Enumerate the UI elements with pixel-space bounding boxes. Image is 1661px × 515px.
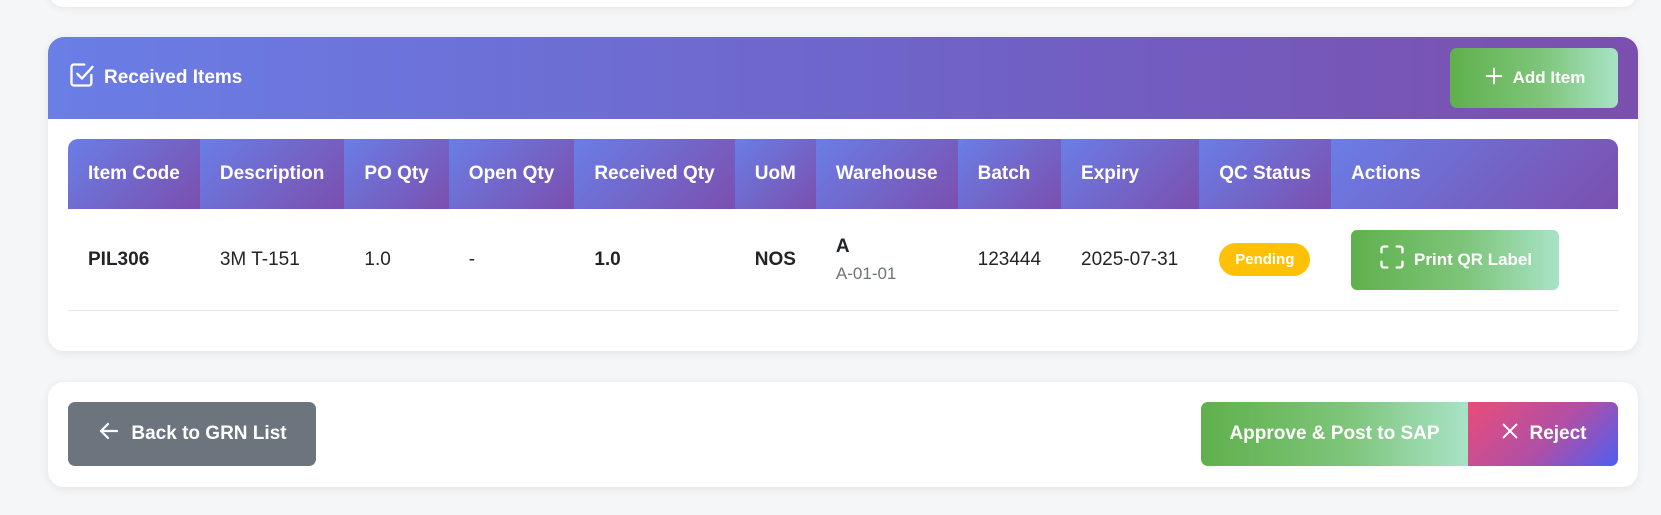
column-header: Expiry [1061,139,1200,209]
back-to-grn-list-button[interactable]: Back to GRN List [68,402,316,466]
approve-post-sap-button[interactable]: Approve & Post to SAP [1201,402,1468,466]
items-table-wrapper: Item Code Description PO Qty Open Qty Re… [48,119,1638,311]
reject-button-label: Reject [1529,423,1587,444]
print-qr-label-text: Print QR Label [1414,249,1533,269]
scan-icon [1378,243,1406,276]
print-qr-label-button[interactable]: Print QR Label [1351,229,1560,290]
warehouse-cell: A A-01-01 [815,209,958,311]
received-items-card: Received Items Add Item Item Code Descri… [48,37,1638,351]
items-table: Item Code Description PO Qty Open Qty Re… [68,139,1618,311]
previous-card [48,0,1638,7]
column-header: Actions [1331,139,1618,209]
column-header: QC Status [1199,139,1332,209]
column-header: Received Qty [574,139,735,209]
table-row: PIL306 3M T-151 1.0 - 1.0 NOS A A-01-01 … [68,209,1618,311]
section-title-text: Received Items [104,67,243,88]
form-actions-card: Back to GRN List Approve & Post to SAP R… [48,382,1638,487]
received-items-header: Received Items Add Item [48,37,1638,119]
warehouse-code: A [835,235,850,257]
reject-button[interactable]: Reject [1468,402,1618,466]
add-item-label: Add Item [1512,68,1586,87]
add-item-button[interactable]: Add Item [1450,48,1618,108]
qc-status-cell: Pending [1199,209,1332,311]
actions-cell: Print QR Label [1331,209,1618,311]
column-header: PO Qty [344,139,449,209]
table-header-row: Item Code Description PO Qty Open Qty Re… [68,139,1618,209]
x-icon [1499,420,1521,448]
check-square-icon [68,61,96,95]
received-qty-cell: 1.0 [574,209,735,311]
uom-cell: NOS [734,209,816,311]
expiry-cell: 2025-07-31 [1061,209,1200,311]
section-title: Received Items [68,61,242,95]
column-header: Batch [957,139,1062,209]
status-badge: Pending [1219,243,1311,276]
column-header: Item Code [68,139,200,209]
open-qty-cell: - [448,209,575,311]
column-header: Warehouse [815,139,958,209]
arrow-left-icon [97,419,121,449]
column-header: Open Qty [448,139,575,209]
back-button-label: Back to GRN List [131,423,287,444]
warehouse-location: A-01-01 [835,263,897,283]
column-header: Description [199,139,345,209]
plus-icon [1483,65,1505,92]
po-qty-cell: 1.0 [344,209,449,311]
description-cell: 3M T-151 [199,209,345,311]
item-code-cell: PIL306 [68,209,200,311]
batch-cell: 123444 [957,209,1062,311]
column-header: UoM [734,139,816,209]
